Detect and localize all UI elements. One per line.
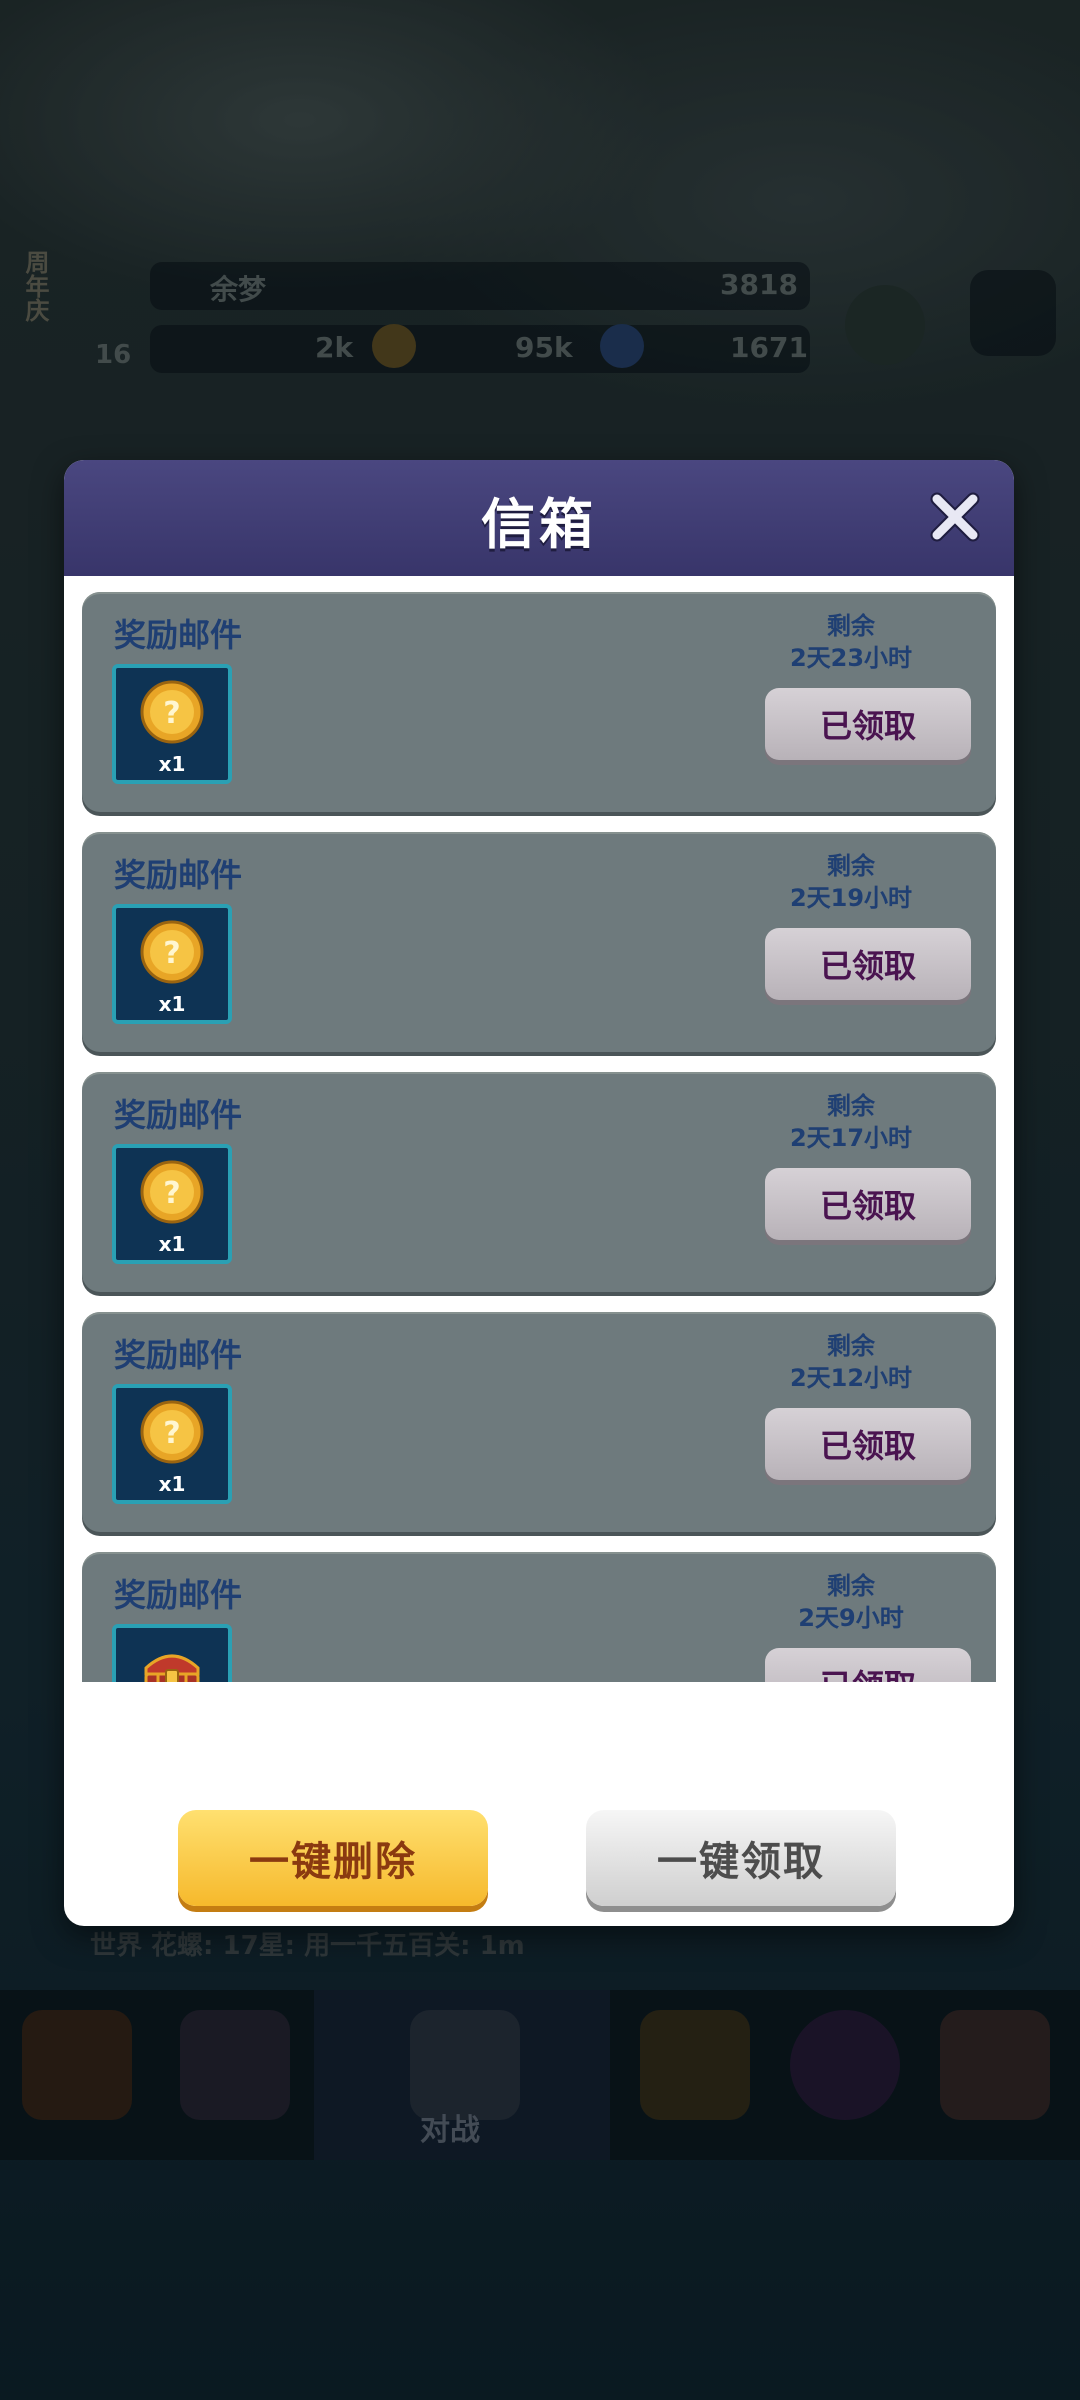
remain-value: 2天9小时 — [798, 1604, 904, 1632]
remain-label: 剩余 — [827, 612, 875, 640]
mailbox-dialog: 信箱 奖励邮件 ? x1 剩余 2天23小时 已领取 奖励邮件 ? x1 剩余 … — [64, 460, 1014, 1926]
mail-item[interactable]: 奖励邮件 ? x1 剩余 2天23小时 已领取 — [82, 592, 996, 812]
claim-all-button[interactable]: 一键领取 — [586, 1810, 896, 1906]
remain-time: 剩余 2天9小时 — [706, 1570, 996, 1634]
mystery-coin-icon: ? — [140, 920, 204, 984]
reward-slot[interactable]: x1 — [112, 1624, 232, 1682]
mail-item[interactable]: 奖励邮件 ? x1 剩余 2天19小时 已领取 — [82, 832, 996, 1052]
svg-text:?: ? — [163, 1416, 180, 1451]
mail-item[interactable]: 奖励邮件 ? x1 剩余 2天17小时 已领取 — [82, 1072, 996, 1292]
svg-text:?: ? — [163, 936, 180, 971]
mystery-coin-icon: ? — [140, 680, 204, 744]
mail-item[interactable]: 奖励邮件 x1 剩余 2天9小时 已领取 — [82, 1552, 996, 1682]
claimed-button[interactable]: 已领取 — [765, 1168, 971, 1240]
claimed-button[interactable]: 已领取 — [765, 1408, 971, 1480]
dialog-header: 信箱 — [64, 460, 1014, 576]
mail-title: 奖励邮件 — [114, 1576, 243, 1614]
mystery-coin-icon: ? — [140, 1160, 204, 1224]
remain-label: 剩余 — [827, 1572, 875, 1600]
remain-time: 剩余 2天12小时 — [706, 1330, 996, 1394]
mail-title: 奖励邮件 — [114, 1336, 243, 1374]
mail-title: 奖励邮件 — [114, 1096, 243, 1134]
reward-slot[interactable]: ? x1 — [112, 1144, 232, 1264]
reward-count: x1 — [158, 1232, 186, 1256]
reward-slot[interactable]: ? x1 — [112, 664, 232, 784]
remain-time: 剩余 2天23小时 — [706, 610, 996, 674]
close-icon — [930, 492, 980, 542]
mail-item[interactable]: 奖励邮件 ? x1 剩余 2天12小时 已领取 — [82, 1312, 996, 1532]
mystery-coin-icon: ? — [140, 1400, 204, 1464]
mail-title: 奖励邮件 — [114, 616, 243, 654]
remain-label: 剩余 — [827, 1332, 875, 1360]
remain-value: 2天19小时 — [789, 884, 913, 912]
mail-list[interactable]: 奖励邮件 ? x1 剩余 2天23小时 已领取 奖励邮件 ? x1 剩余 2天1… — [82, 592, 996, 1682]
remain-label: 剩余 — [827, 852, 875, 880]
reward-count: x1 — [158, 752, 186, 776]
treasure-chest-icon — [144, 1654, 200, 1682]
dialog-title: 信箱 — [481, 493, 597, 556]
claimed-button[interactable]: 已领取 — [765, 928, 971, 1000]
claimed-button[interactable]: 已领取 — [765, 1648, 971, 1682]
remain-value: 2天12小时 — [789, 1364, 913, 1392]
reward-slot[interactable]: ? x1 — [112, 904, 232, 1024]
close-button[interactable] — [920, 482, 990, 552]
remain-value: 2天23小时 — [789, 644, 913, 672]
svg-text:?: ? — [163, 696, 180, 731]
claimed-button[interactable]: 已领取 — [765, 688, 971, 760]
remain-label: 剩余 — [827, 1092, 875, 1120]
delete-all-button[interactable]: 一键删除 — [178, 1810, 488, 1906]
remain-value: 2天17小时 — [789, 1124, 913, 1152]
reward-count: x1 — [158, 1472, 186, 1496]
mail-title: 奖励邮件 — [114, 856, 243, 894]
reward-count: x1 — [158, 992, 186, 1016]
svg-text:?: ? — [163, 1176, 180, 1211]
remain-time: 剩余 2天17小时 — [706, 1090, 996, 1154]
remain-time: 剩余 2天19小时 — [706, 850, 996, 914]
reward-slot[interactable]: ? x1 — [112, 1384, 232, 1504]
